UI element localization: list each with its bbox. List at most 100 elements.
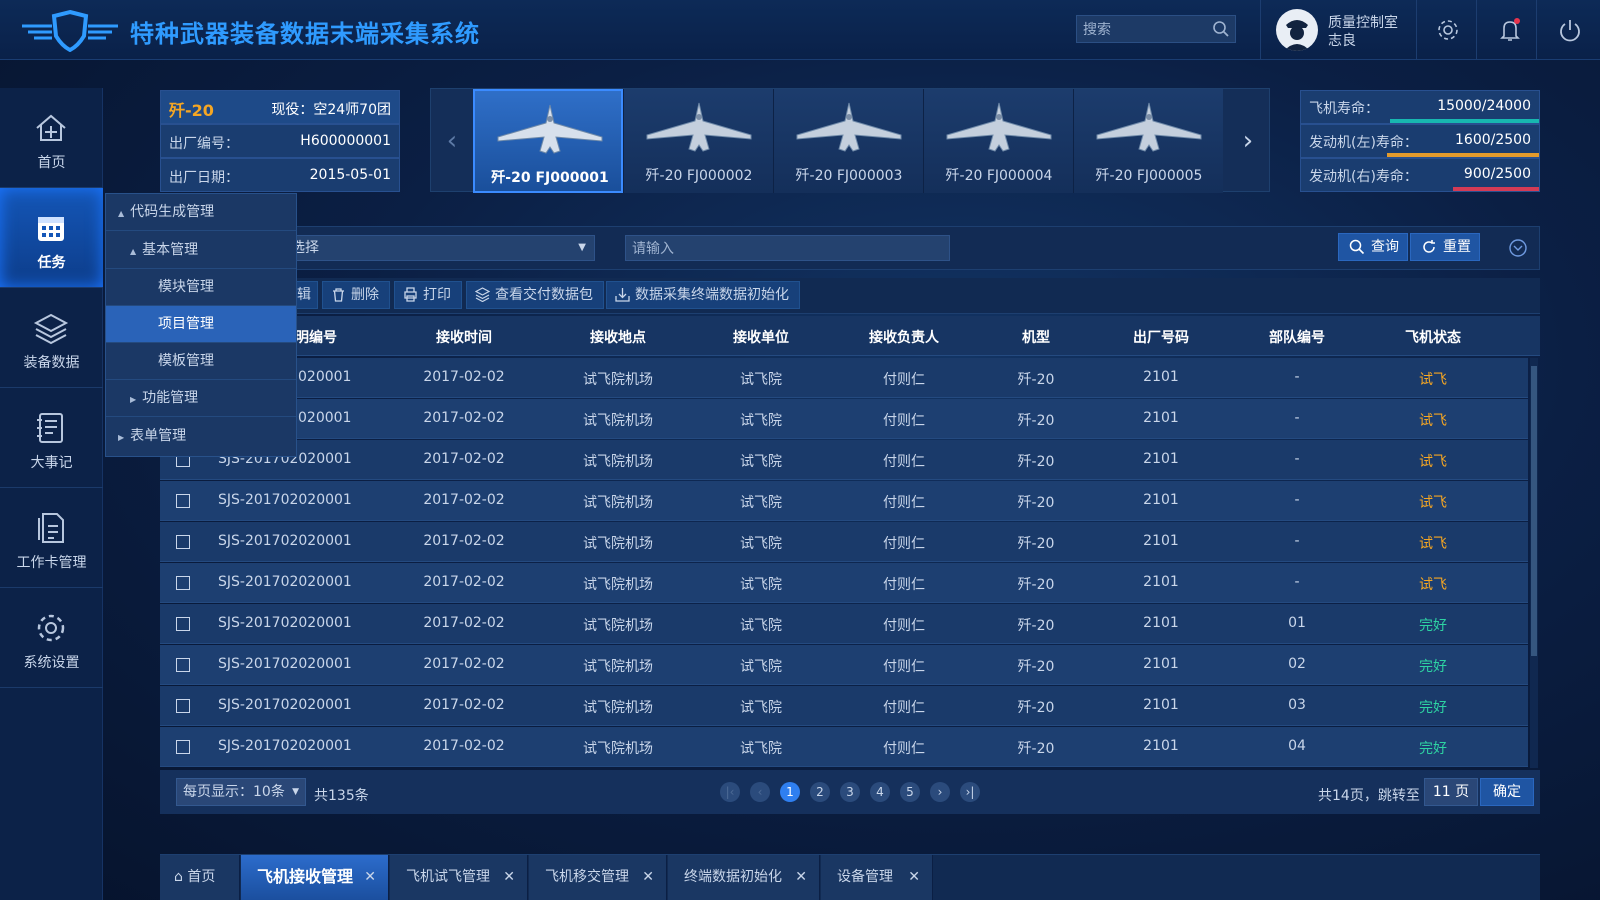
next-page-icon[interactable]: ›	[930, 782, 950, 802]
view-package-button[interactable]: 查看交付数据包	[466, 281, 604, 309]
page-number[interactable]: 3	[840, 782, 860, 802]
power-icon[interactable]	[1556, 16, 1584, 44]
carousel-next-icon[interactable]: ›	[1227, 89, 1269, 193]
tab-flight-test[interactable]: 飞机试飞管理 ✕	[390, 855, 528, 900]
tab-aircraft-receive[interactable]: 飞机接收管理 ✕	[241, 855, 389, 900]
menu-item-module[interactable]: 模块管理	[106, 269, 296, 306]
table-row[interactable]: SJS-201702020001 2017-02-02 试飞院机场 试飞院 付则仁 歼-2…	[160, 727, 1528, 767]
close-icon[interactable]: ✕	[503, 855, 515, 899]
menu-item-template[interactable]: 模板管理	[106, 343, 296, 380]
tab-transfer[interactable]: 飞机移交管理 ✕	[529, 855, 667, 900]
serial-label: 出厂编号：	[169, 136, 239, 152]
tab-terminal-init[interactable]: 终端数据初始化 ✕	[668, 855, 820, 900]
init-data-button[interactable]: 数据采集终端数据初始化	[606, 281, 800, 309]
row-checkbox[interactable]	[176, 576, 190, 590]
scrollbar-thumb[interactable]	[1531, 366, 1537, 656]
row-checkbox[interactable]	[176, 740, 190, 754]
aircraft-card[interactable]: 歼-20 FJ000003	[773, 89, 923, 193]
prev-page-icon[interactable]: ‹	[750, 782, 770, 802]
settings-gear-icon[interactable]	[1434, 16, 1462, 44]
collapse-icon[interactable]	[1508, 238, 1528, 258]
close-icon[interactable]: ✕	[795, 855, 807, 899]
close-icon[interactable]: ✕	[642, 855, 654, 899]
date-value: 2015-05-01	[309, 167, 391, 183]
per-page-select[interactable]: 每页显示：10条 ▼	[176, 778, 306, 806]
row-checkbox[interactable]	[176, 617, 190, 631]
column-header[interactable]: 明编号	[295, 327, 337, 347]
print-button[interactable]: 打印	[394, 281, 462, 309]
column-header[interactable]: 机型	[1022, 327, 1050, 347]
row-checkbox[interactable]	[176, 494, 190, 508]
row-checkbox[interactable]	[176, 699, 190, 713]
menu-item-function[interactable]: ▶ 功能管理	[106, 380, 296, 417]
table-row[interactable]: SJS-201702020001 2017-02-02 试飞院机场 试飞院 付则仁 歼-2…	[160, 645, 1528, 685]
aircraft-card[interactable]: 歼-20 FJ000004	[923, 89, 1073, 193]
layers-icon	[33, 313, 69, 345]
row-checkbox[interactable]	[176, 535, 190, 549]
search-icon[interactable]	[1212, 20, 1230, 38]
table-row[interactable]: SJS-201702020001 2017-02-02 试飞院机场 试飞院 付则仁 歼-2…	[160, 522, 1528, 562]
page-number[interactable]: 5	[900, 782, 920, 802]
table-row[interactable]: 020001 2017-02-02 试飞院机场 试飞院 付则仁 歼-20 2101 - 试飞	[160, 358, 1528, 398]
aircraft-card[interactable]: 歼-20 FJ000005	[1073, 89, 1223, 193]
confirm-button[interactable]: 确定	[1480, 778, 1534, 806]
query-button[interactable]: 查询	[1338, 233, 1408, 261]
page-number[interactable]: 4	[870, 782, 890, 802]
table-cell: 2017-02-02	[423, 533, 505, 549]
page-number[interactable]: 2	[810, 782, 830, 802]
table-cell: 2017-02-02	[423, 451, 505, 467]
table-row[interactable]: SJS-201702020001 2017-02-02 试飞院机场 试飞院 付则仁 歼-2…	[160, 481, 1528, 521]
column-header[interactable]: 出厂号码	[1133, 327, 1189, 347]
first-page-icon[interactable]: |‹	[720, 782, 740, 802]
sidebar-item-events[interactable]: 大事记	[0, 388, 103, 488]
table-cell: 试飞院	[740, 454, 782, 470]
aircraft-card[interactable]: 歼-20 FJ000001	[473, 89, 623, 193]
life-progress-bar	[1390, 119, 1539, 123]
notification-bell-icon[interactable]	[1496, 16, 1524, 44]
sidebar-item-equipment[interactable]: 装备数据	[0, 288, 103, 388]
sidebar-item-workcard[interactable]: 工作卡管理	[0, 488, 103, 588]
reset-button[interactable]: 重置	[1410, 233, 1480, 261]
tab-label: 飞机移交管理	[545, 869, 629, 885]
table-row[interactable]: SJS-201702020001 2017-02-02 试飞院机场 试飞院 付则仁 歼-2…	[160, 686, 1528, 726]
carousel-prev-icon[interactable]: ‹	[431, 89, 473, 193]
column-header[interactable]: 部队编号	[1269, 327, 1325, 347]
avatar[interactable]	[1276, 9, 1318, 51]
table-row[interactable]: SJS-201702020001 2017-02-02 试飞院机场 试飞院 付则仁 歼-2…	[160, 563, 1528, 603]
expand-triangle-icon: ▶	[118, 433, 125, 442]
menu-item-basic[interactable]: ▲ 基本管理	[106, 232, 296, 269]
menu-item-label: 功能管理	[142, 390, 199, 406]
column-header[interactable]: 接收单位	[733, 327, 789, 347]
sidebar-item-home[interactable]: 首页	[0, 88, 103, 188]
close-icon[interactable]: ✕	[364, 855, 376, 899]
aircraft-card[interactable]: 歼-20 FJ000002	[623, 89, 773, 193]
filter-input[interactable]	[625, 235, 950, 261]
table-cell: 02	[1288, 656, 1306, 672]
sidebar-item-settings[interactable]: 系统设置	[0, 588, 103, 688]
column-header[interactable]: 接收负责人	[869, 327, 939, 347]
tab-home[interactable]: ⌂ 首页	[160, 855, 240, 900]
table-row[interactable]: 020001 2017-02-02 试飞院机场 试飞院 付则仁 歼-20 2101 - 试飞	[160, 399, 1528, 439]
column-header[interactable]: 接收地点	[590, 327, 646, 347]
table-cell: 歼-20	[1017, 495, 1055, 511]
table-row[interactable]: SJS-201702020001 2017-02-02 试飞院机场 试飞院 付则仁 歼-2…	[160, 440, 1528, 480]
page-number[interactable]: 1	[780, 782, 800, 802]
delete-button[interactable]: 删除	[322, 281, 390, 309]
tab-device[interactable]: 设备管理 ✕	[821, 855, 933, 900]
table-cell: 试飞院	[740, 577, 782, 593]
menu-item-code-gen[interactable]: ▲ 代码生成管理	[106, 194, 296, 231]
column-header[interactable]: 接收时间	[436, 327, 492, 347]
jump-page-input[interactable]: 11 页	[1424, 778, 1478, 806]
menu-item-project[interactable]: 项目管理	[106, 306, 296, 343]
column-header[interactable]: 飞机状态	[1405, 327, 1461, 347]
last-page-icon[interactable]: ›|	[960, 782, 980, 802]
row-checkbox[interactable]	[176, 658, 190, 672]
life-progress-bar	[1386, 153, 1539, 157]
table-cell: -	[1294, 410, 1300, 426]
filter-select[interactable]: 选择 ▼	[250, 235, 595, 261]
sidebar-item-task[interactable]: 任务	[0, 188, 103, 288]
close-icon[interactable]: ✕	[908, 855, 920, 899]
menu-item-form[interactable]: ▶ 表单管理	[106, 418, 296, 455]
table-row[interactable]: SJS-201702020001 2017-02-02 试飞院机场 试飞院 付则仁 歼-2…	[160, 604, 1528, 644]
table-cell: 2017-02-02	[423, 410, 505, 426]
